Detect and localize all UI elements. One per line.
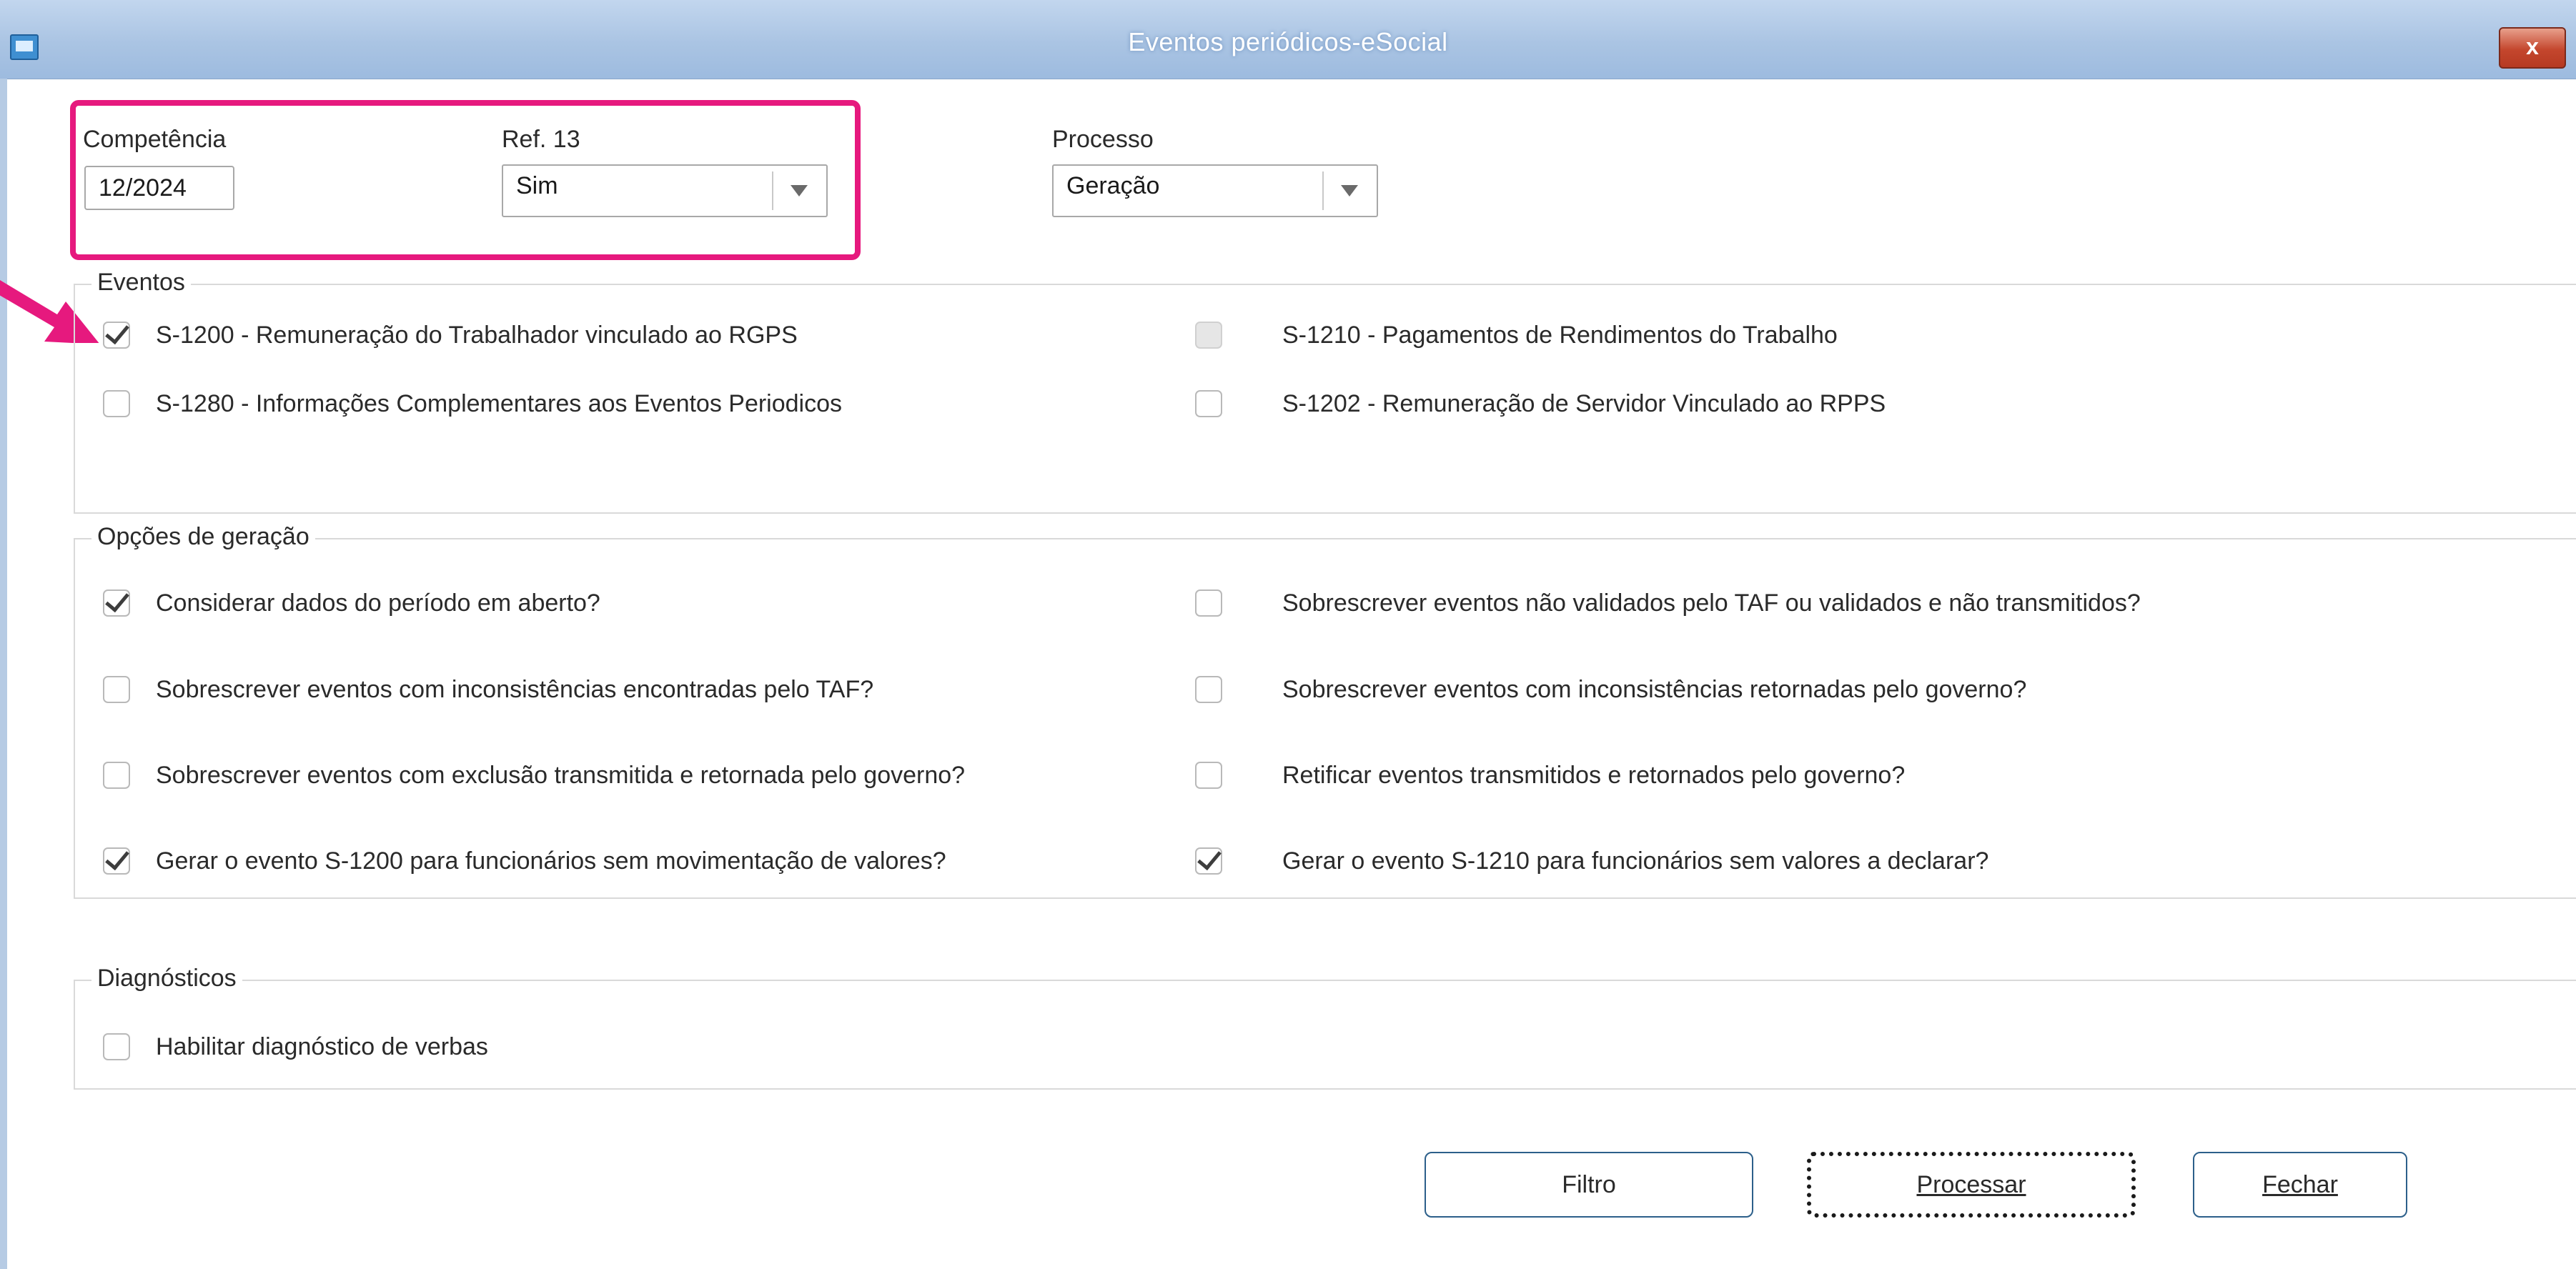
filtro-button-label: Filtro bbox=[1562, 1171, 1616, 1198]
title-bar[interactable]: Eventos periódicos-eSocial x bbox=[0, 0, 2576, 79]
processo-selected-value: Geração bbox=[1066, 172, 1160, 199]
option-label: Sobrescrever eventos com exclusão transm… bbox=[156, 762, 966, 789]
fechar-button-label: Fechar bbox=[2262, 1171, 2338, 1198]
checkbox-sobrescrever-inconsistencias-taf[interactable] bbox=[103, 676, 130, 703]
option-label: Sobrescrever eventos com inconsistências… bbox=[1282, 676, 2027, 703]
option-label: Sobrescrever eventos com inconsistências… bbox=[156, 676, 874, 703]
checkbox-s1280[interactable] bbox=[103, 390, 130, 417]
checkbox-s1210 bbox=[1195, 322, 1222, 349]
checkbox-s1202-label: S-1202 - Remuneração de Servidor Vincula… bbox=[1282, 390, 1886, 417]
fechar-button[interactable]: Fechar bbox=[2193, 1152, 2407, 1218]
option-label: Sobrescrever eventos não validados pelo … bbox=[1282, 589, 2141, 617]
option-label: Habilitar diagnóstico de verbas bbox=[156, 1033, 488, 1060]
checkbox-s1200-label: S-1200 - Remuneração do Trabalhador vinc… bbox=[156, 322, 798, 349]
annotation-highlight-box bbox=[70, 100, 861, 260]
checkbox-gerar-s1210[interactable] bbox=[1195, 845, 1222, 875]
eventos-group-title: Eventos bbox=[91, 269, 191, 297]
processar-button[interactable]: Processar bbox=[1807, 1152, 2136, 1218]
checkbox-s1202[interactable] bbox=[1195, 390, 1222, 417]
checkbox-s1280-label: S-1280 - Informações Complementares aos … bbox=[156, 390, 843, 417]
checkmark-icon bbox=[1197, 845, 1222, 871]
option-label: Retificar eventos transmitidos e retorna… bbox=[1282, 762, 1906, 789]
processo-select[interactable]: Geração bbox=[1052, 164, 1378, 217]
checkbox-sobrescrever-inconsistencias-governo[interactable] bbox=[1195, 676, 1222, 703]
chevron-down-icon[interactable] bbox=[1341, 185, 1358, 196]
checkmark-icon bbox=[105, 587, 129, 613]
option-label: Gerar o evento S-1200 para funcionários … bbox=[156, 847, 946, 875]
checkbox-s1200[interactable] bbox=[103, 319, 130, 349]
close-button[interactable]: x bbox=[2499, 27, 2566, 69]
processo-select-divider bbox=[1322, 171, 1324, 210]
option-label: Considerar dados do período em aberto? bbox=[156, 589, 600, 617]
dialog-window: Eventos periódicos-eSocial x Competência… bbox=[0, 0, 2576, 1269]
checkbox-habilitar-diagnostico[interactable] bbox=[103, 1033, 130, 1060]
checkbox-gerar-s1200[interactable] bbox=[103, 845, 130, 875]
checkbox-considerar-periodo-aberto[interactable] bbox=[103, 587, 130, 617]
opcoes-geracao-group-title: Opções de geração bbox=[91, 523, 315, 551]
option-label: Gerar o evento S-1210 para funcionários … bbox=[1282, 847, 1989, 875]
checkbox-s1210-label: S-1210 - Pagamentos de Rendimentos do Tr… bbox=[1282, 322, 1838, 349]
checkmark-icon bbox=[105, 319, 129, 345]
diagnosticos-group-title: Diagnósticos bbox=[91, 965, 242, 992]
checkmark-icon bbox=[105, 845, 129, 871]
processo-label: Processo bbox=[1052, 126, 1154, 153]
checkbox-sobrescrever-nao-validados[interactable] bbox=[1195, 589, 1222, 617]
checkbox-sobrescrever-exclusao[interactable] bbox=[103, 762, 130, 789]
filtro-button[interactable]: Filtro bbox=[1425, 1152, 1753, 1218]
window-title: Eventos periódicos-eSocial bbox=[1128, 27, 1448, 56]
checkbox-retificar-eventos[interactable] bbox=[1195, 762, 1222, 789]
processar-button-label: Processar bbox=[1916, 1171, 2026, 1198]
window-left-border bbox=[0, 79, 7, 1269]
